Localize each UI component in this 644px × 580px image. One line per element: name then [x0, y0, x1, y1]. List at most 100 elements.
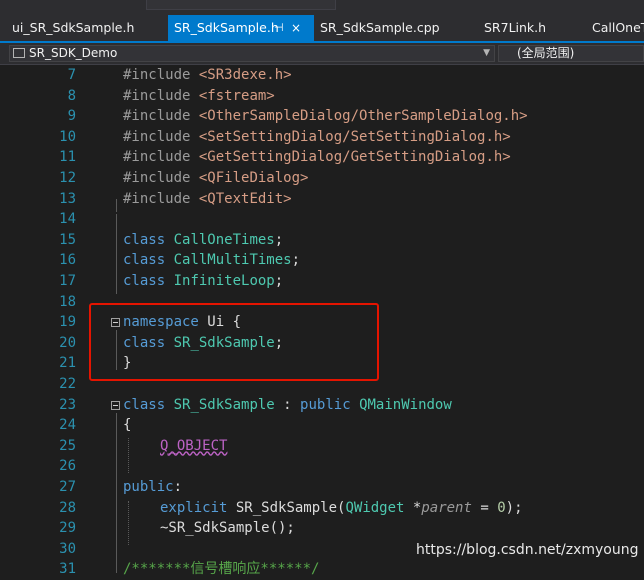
quick-launch-search[interactable]	[146, 0, 336, 10]
type-name: InfiniteLoop	[173, 273, 275, 289]
preprocessor: #include	[123, 128, 191, 145]
line-number: 23	[59, 396, 76, 413]
code-text: #include <SR3dexe.h>	[123, 65, 292, 85]
keyword: class	[123, 334, 166, 351]
line-number: 10	[59, 128, 76, 145]
include-path: <QTextEdit>	[198, 190, 292, 207]
punctuation: ;	[291, 252, 301, 269]
code-text: Q_OBJECT	[160, 436, 227, 456]
collapse-toggle-icon[interactable]	[111, 400, 120, 410]
include-path: <GetSettingDialog/GetSettingDialog.h>	[198, 149, 511, 166]
include-path: <fstream>	[198, 87, 275, 104]
code-line: 23 class SR_SdkSample : public QMainWind…	[0, 395, 644, 416]
keyword: class	[123, 252, 166, 269]
punctuation: *	[404, 499, 422, 516]
code-line: 19 namespace Ui {	[0, 312, 644, 333]
code-text: /*******信号槽响应******/	[123, 559, 319, 579]
preprocessor: #include	[123, 170, 191, 186]
line-number: 22	[59, 376, 76, 392]
code-line: 13 #include <QTextEdit>	[0, 189, 644, 210]
scope-dropdown[interactable]: (全局范围)	[498, 45, 644, 62]
type-name: SR_SdkSample	[173, 334, 275, 351]
keyword: class	[123, 231, 166, 248]
line-number: 16	[59, 252, 76, 269]
punctuation: =	[471, 499, 498, 516]
project-name: SR_SDK_Demo	[29, 46, 118, 60]
keyword: namespace	[123, 314, 199, 331]
line-number: 21	[59, 355, 76, 372]
navigation-bar: SR_SDK_Demo ▼ (全局范围)	[0, 43, 644, 65]
code-line: 15 class CallOneTimes;	[0, 230, 644, 251]
line-number: 29	[59, 520, 76, 537]
preprocessor: #include	[123, 108, 191, 125]
macro: Q_OBJECT	[160, 437, 228, 454]
line-number: 13	[59, 190, 76, 207]
code-line: 26	[0, 456, 644, 477]
type-name: QMainWindow	[359, 396, 452, 413]
tab-label: CallOneT	[592, 20, 644, 35]
preprocessor: #include	[123, 149, 191, 166]
document-tab-bar: ui_SR_SdkSample.h SR_SdkSample.h ⊣ × SR_…	[0, 15, 644, 43]
punctuation: ;	[274, 231, 284, 248]
code-line: 29 ~SR_SdkSample();	[0, 518, 644, 539]
code-text: ~SR_SdkSample();	[160, 520, 295, 537]
punctuation: :	[274, 396, 301, 413]
chevron-down-icon: ▼	[483, 48, 490, 58]
title-strip	[0, 0, 644, 15]
punctuation: {	[224, 314, 242, 331]
tab-ui-sr-sdksample-h[interactable]: ui_SR_SdkSample.h	[12, 15, 162, 41]
preprocessor: #include	[123, 87, 191, 104]
code-editor[interactable]: 7 #include <SR3dexe.h> 8 #include <fstre…	[0, 65, 644, 577]
code-line: 12 #include <QFileDialog>	[0, 168, 644, 189]
line-number: 12	[59, 170, 76, 186]
function-name: SR_SdkSample	[235, 499, 338, 516]
code-line: 14	[0, 209, 644, 230]
pin-icon[interactable]: ⊣	[274, 15, 284, 41]
tab-callonetimes[interactable]: CallOneT	[592, 15, 644, 41]
line-number: 30	[59, 540, 76, 557]
code-line: 10 #include <SetSettingDialog/SetSetting…	[0, 127, 644, 148]
code-text: class CallOneTimes;	[123, 230, 283, 250]
parameter: parent	[421, 499, 472, 516]
code-text: class CallMultiTimes;	[123, 250, 300, 270]
punctuation: ;	[274, 273, 284, 289]
collapse-toggle-icon[interactable]	[111, 318, 120, 328]
tab-sr7link-h[interactable]: SR7Link.h	[484, 15, 584, 41]
preprocessor: #include	[123, 190, 191, 207]
code-line: 20 class SR_SdkSample;	[0, 333, 644, 354]
code-line: 31 /*******信号槽响应******/	[0, 559, 644, 580]
include-path: <SR3dexe.h>	[198, 67, 292, 83]
line-number: 18	[59, 293, 76, 310]
code-text: {	[123, 417, 132, 434]
comment: /*******信号槽响应******/	[123, 561, 320, 578]
close-icon[interactable]: ×	[291, 15, 301, 41]
code-text: explicit SR_SdkSample(QWidget *parent = …	[160, 498, 523, 518]
keyword: explicit	[160, 499, 228, 516]
tab-sr-sdksample-cpp[interactable]: SR_SdkSample.cpp	[320, 15, 470, 41]
keyword: class	[123, 273, 166, 289]
tab-label: SR_SdkSample.cpp	[320, 20, 440, 35]
code-line: 16 class CallMultiTimes;	[0, 250, 644, 271]
tab-label: SR_SdkSample.h	[174, 20, 279, 35]
code-text: namespace Ui {	[123, 312, 241, 332]
keyword: public	[300, 396, 351, 413]
code-line: 7 #include <SR3dexe.h>	[0, 65, 644, 86]
code-text: #include <QFileDialog>	[123, 168, 308, 188]
code-line: 24 {	[0, 415, 644, 436]
code-line: 18	[0, 292, 644, 313]
watermark: https://blog.csdn.net/zxmyoung	[416, 542, 639, 558]
type-name: SR_SdkSample	[173, 396, 275, 413]
project-dropdown[interactable]: SR_SDK_Demo ▼	[9, 45, 495, 62]
line-number: 28	[59, 499, 76, 516]
code-line: 27 public:	[0, 477, 644, 498]
code-line: 17 class InfiniteLoop;	[0, 271, 644, 292]
number: 0	[497, 499, 506, 516]
preprocessor: #include	[123, 67, 191, 83]
punctuation: );	[505, 499, 523, 516]
tab-sr-sdksample-h[interactable]: SR_SdkSample.h ⊣ ×	[168, 15, 314, 41]
line-number: 17	[59, 273, 76, 289]
line-number: 20	[59, 334, 76, 351]
line-number: 27	[59, 479, 76, 495]
keyword: public	[123, 479, 174, 495]
code-text: #include <OtherSampleDialog/OtherSampleD…	[123, 106, 528, 126]
